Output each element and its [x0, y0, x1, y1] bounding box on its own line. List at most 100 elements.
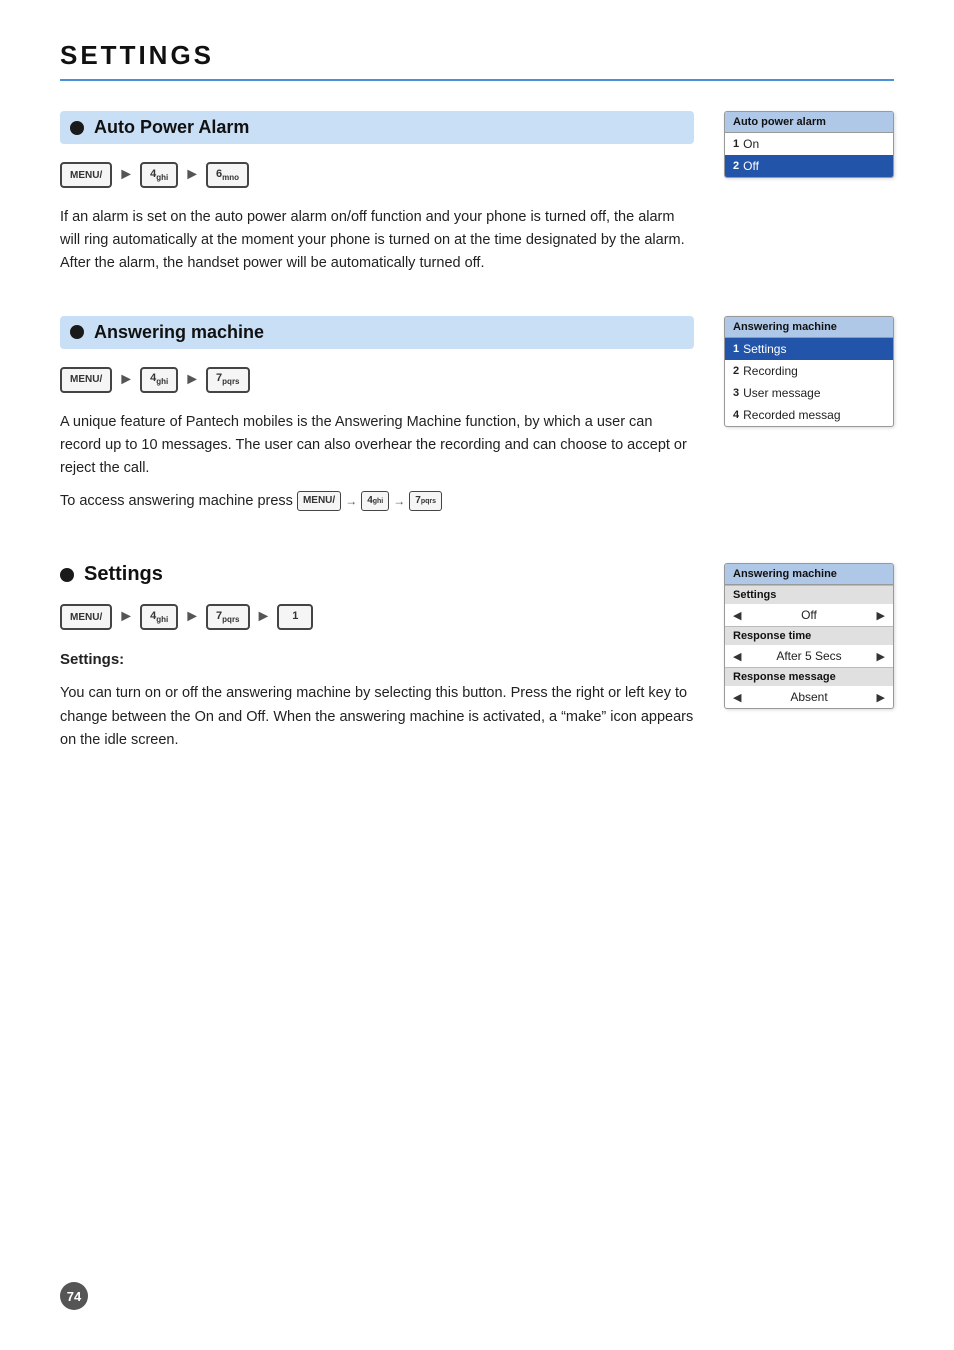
key-7-label-2: 7pqrs — [216, 610, 239, 624]
settings-sub-panel: Answering machine Settings ◀ Off ▶ Respo… — [724, 563, 894, 762]
page-number: 74 — [60, 1282, 88, 1310]
key-4-label-3: 4ghi — [150, 610, 168, 624]
menu-icon-label-2: MENU/ — [70, 374, 102, 385]
settings-sub-title: Settings — [84, 563, 163, 586]
inline-arrow-1: → — [345, 492, 357, 511]
ss-off-label: Off — [801, 608, 817, 622]
answering-machine-nav: MENU/ ► 4ghi ► 7pqrs — [60, 367, 694, 393]
settings-sub-section: Settings MENU/ ► 4ghi ► 7pqrs ► 1 — [60, 563, 894, 762]
am-item-num-1: 1 — [733, 343, 739, 355]
key-4-icon-2[interactable]: 4ghi — [140, 367, 178, 393]
auto-power-alarm-title: Auto Power Alarm — [94, 117, 249, 138]
am-panel-item-recorded[interactable]: 4 Recorded messag — [725, 404, 893, 426]
inline-7-icon: 7pqrs — [409, 491, 442, 511]
auto-power-alarm-phone-panel: Auto power alarm 1 On 2 Off — [724, 111, 894, 178]
ss-item-off[interactable]: ◀ Off ▶ — [725, 604, 893, 626]
menu-button-icon[interactable]: MENU/ — [60, 162, 112, 188]
ss-sub-response-message: Response message — [725, 667, 893, 686]
item-num-1: 1 — [733, 138, 739, 150]
ss-item-absent[interactable]: ◀ Absent ▶ — [725, 686, 893, 708]
answering-machine-phone-panel: Answering machine 1 Settings 2 Recording… — [724, 316, 894, 427]
nav-arrow-1: ► — [118, 166, 134, 184]
answering-machine-section: Answering machine MENU/ ► 4ghi ► 7pqrs A… — [60, 316, 894, 524]
ss-after-secs-label: After 5 Secs — [776, 649, 841, 663]
left-arrow-off: ◀ — [733, 609, 741, 622]
auto-power-alarm-nav: MENU/ ► 4ghi ► 6mno — [60, 162, 694, 188]
right-arrow-absent: ▶ — [877, 691, 885, 704]
key-4-label-2: 4ghi — [150, 372, 168, 386]
key-6-label: 6mno — [216, 168, 239, 182]
nav-arrow-7: ► — [256, 608, 272, 626]
auto-power-alarm-left: Auto Power Alarm MENU/ ► 4ghi ► 6mno If … — [60, 111, 694, 276]
answering-machine-title: Answering machine — [94, 322, 264, 343]
inline-menu-icon: MENU/ — [297, 491, 341, 511]
inline-4-icon: 4ghi — [361, 491, 389, 511]
am-item-settings: Settings — [743, 342, 786, 356]
auto-power-alarm-section: Auto Power Alarm MENU/ ► 4ghi ► 6mno If … — [60, 111, 894, 276]
ss-sub-settings: Settings — [725, 585, 893, 604]
key-4-icon-3[interactable]: 4ghi — [140, 604, 178, 630]
panel-item-on[interactable]: 1 On — [725, 133, 893, 155]
settings-sub-header: Settings — [60, 563, 694, 586]
ss-absent-label: Absent — [790, 690, 827, 704]
menu-button-icon-2[interactable]: MENU/ — [60, 367, 112, 393]
key-4-icon[interactable]: 4ghi — [140, 162, 178, 188]
answering-machine-text: A unique feature of Pantech mobiles is t… — [60, 411, 694, 514]
ss-item-after-secs[interactable]: ◀ After 5 Secs ▶ — [725, 645, 893, 667]
left-arrow-secs: ◀ — [733, 650, 741, 663]
right-arrow-off: ▶ — [877, 609, 885, 622]
am-item-user-message: User message — [743, 386, 820, 400]
am-item-recorded: Recorded messag — [743, 408, 840, 422]
key-7-label: 7pqrs — [216, 372, 239, 386]
am-item-num-3: 3 — [733, 387, 739, 399]
inline-arrow-2: → — [393, 492, 405, 511]
key-1-label: 1 — [292, 610, 298, 624]
answering-machine-panel: Answering machine 1 Settings 2 Recording… — [724, 316, 894, 524]
left-arrow-absent: ◀ — [733, 691, 741, 704]
menu-icon-label: MENU/ — [70, 170, 102, 181]
am-panel-item-user-message[interactable]: 3 User message — [725, 382, 893, 404]
am-panel-item-recording[interactable]: 2 Recording — [725, 360, 893, 382]
key-6-icon[interactable]: 6mno — [206, 162, 249, 188]
am-panel-title: Answering machine — [725, 317, 893, 338]
inline-nav: MENU/ → 4ghi → 7pqrs — [297, 491, 442, 511]
menu-icon-label-3: MENU/ — [70, 612, 102, 623]
item-label-off: Off — [743, 159, 759, 173]
page-title: SETTINGS — [60, 40, 894, 81]
auto-power-alarm-text: If an alarm is set on the auto power ala… — [60, 206, 694, 276]
item-num-2: 2 — [733, 160, 739, 172]
am-item-num-2: 2 — [733, 365, 739, 377]
key-7-icon[interactable]: 7pqrs — [206, 367, 249, 393]
answering-machine-header: Answering machine — [60, 316, 694, 349]
settings-sub-left: Settings MENU/ ► 4ghi ► 7pqrs ► 1 — [60, 563, 694, 762]
access-text-line: To access answering machine press MENU/ … — [60, 490, 694, 513]
am-item-recording: Recording — [743, 364, 798, 378]
nav-arrow-3: ► — [118, 371, 134, 389]
am-panel-item-settings[interactable]: 1 Settings — [725, 338, 893, 360]
panel-item-off[interactable]: 2 Off — [725, 155, 893, 177]
nav-arrow-5: ► — [118, 608, 134, 626]
ss-sub-response-time: Response time — [725, 626, 893, 645]
nav-arrow-2: ► — [184, 166, 200, 184]
panel-title: Auto power alarm — [725, 112, 893, 133]
bullet-dot-2 — [70, 325, 84, 339]
key-7-icon-2[interactable]: 7pqrs — [206, 604, 249, 630]
auto-power-alarm-panel: Auto power alarm 1 On 2 Off — [724, 111, 894, 276]
settings-sub-nav: MENU/ ► 4ghi ► 7pqrs ► 1 — [60, 604, 694, 630]
key-1-icon[interactable]: 1 — [277, 604, 313, 630]
am-item-num-4: 4 — [733, 409, 739, 421]
answering-machine-left: Answering machine MENU/ ► 4ghi ► 7pqrs A… — [60, 316, 694, 524]
right-arrow-secs: ▶ — [877, 650, 885, 663]
settings-sub-phone-panel: Answering machine Settings ◀ Off ▶ Respo… — [724, 563, 894, 709]
item-label-on: On — [743, 137, 759, 151]
bullet-dot-3 — [60, 568, 74, 582]
bullet-dot — [70, 121, 84, 135]
menu-button-icon-3[interactable]: MENU/ — [60, 604, 112, 630]
settings-subheader: Settings: — [60, 648, 694, 672]
ss-panel-title: Answering machine — [725, 564, 893, 585]
page: SETTINGS Auto Power Alarm MENU/ ► 4ghi ►… — [0, 0, 954, 1350]
nav-arrow-6: ► — [184, 608, 200, 626]
key-4-label: 4ghi — [150, 168, 168, 182]
nav-arrow-4: ► — [184, 371, 200, 389]
auto-power-alarm-header: Auto Power Alarm — [60, 111, 694, 144]
